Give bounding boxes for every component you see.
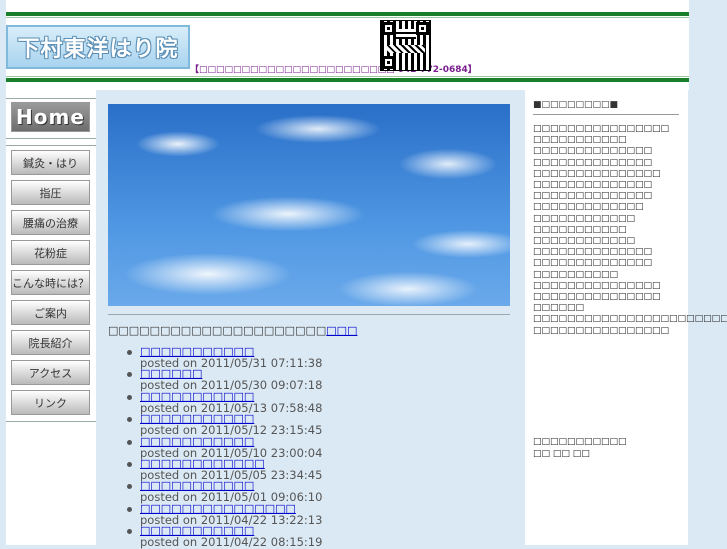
nav-item-hay-fever[interactable]: 花粉症 bbox=[11, 240, 90, 265]
list-item: □□□□□□□□□□□□□□□ bbox=[533, 292, 661, 303]
list-item: □□□□□□□□□□□□□□ bbox=[533, 247, 653, 258]
news-posted-date: posted on 2011/04/22 08:15:19 bbox=[140, 535, 323, 549]
qr-pattern bbox=[387, 45, 425, 53]
header-top-bar bbox=[6, 12, 689, 16]
list-item: □□□□□□□□□□□□□□□ bbox=[533, 280, 661, 291]
list-item: □□□□□□□□□□□ bbox=[533, 135, 627, 146]
site-header: 下村東洋はり院 【□□□□□□□□□□□□□□□□□□□□□□□ 042-772… bbox=[6, 0, 689, 90]
right-footer-line: □□ □□ □□ bbox=[533, 448, 590, 459]
list-item: □□□□□□□□□□□ posted on 2011/05/31 07:11:38 bbox=[127, 346, 322, 369]
nav-item-access[interactable]: アクセス bbox=[11, 360, 90, 385]
nav-item-director[interactable]: 院長紹介 bbox=[11, 330, 90, 355]
list-item: □□□□□□□□□□ bbox=[533, 269, 619, 280]
nav-divider bbox=[6, 138, 96, 139]
contact-phone: 【□□□□□□□□□□□□□□□□□□□□□□□ 042-772-0684】 bbox=[190, 65, 477, 75]
list-item: □□□□□□□□□□□ posted on 2011/05/13 07:58:48 bbox=[127, 391, 322, 414]
list-item: □□□□□□□□□□□□□□□□□□□□□□□□□□ bbox=[533, 314, 727, 325]
list-item: □□□□□□□□□□□ posted on 2011/05/01 09:06:10 bbox=[127, 480, 322, 503]
list-item: □□□□□□□□□□□□□□□ bbox=[533, 168, 661, 179]
list-item: □□□□□□□□□□□□□□ bbox=[533, 146, 653, 157]
list-item: □□□□□□□□□□□□ bbox=[533, 236, 636, 247]
qr-code-image bbox=[380, 20, 431, 71]
list-item: □□□□□□□□□□□□□□ bbox=[533, 258, 653, 269]
list-item: □□□□□□ bbox=[533, 303, 585, 314]
nav-home-button[interactable]: Home bbox=[11, 102, 90, 132]
list-item: □□□□□□□□□□□□□□ bbox=[533, 180, 653, 191]
nav-item-back-pain[interactable]: 腰痛の治療 bbox=[11, 210, 90, 235]
news-title-link[interactable]: □□□□□□□□□□□ bbox=[140, 436, 322, 447]
nav-divider bbox=[6, 98, 96, 99]
right-sidebar-footer: □□□□□□□□□□□ □□ □□ □□ bbox=[533, 437, 627, 460]
nav-item-guide[interactable]: ご案内 bbox=[11, 300, 90, 325]
list-item: □□□□□□□□□□□□□ bbox=[533, 202, 644, 213]
news-more-link[interactable]: □□□ bbox=[326, 324, 357, 337]
news-heading: □□□□□□□□□□□□□□□□□□□□□□□□ bbox=[108, 324, 357, 337]
left-nav: Home 鍼灸・はり 指圧 腰痛の治療 花粉症 こんな時には？ ご案内 院長紹介… bbox=[6, 90, 96, 545]
list-item: □□□□□□□□□□□ bbox=[533, 224, 627, 235]
nav-item-shiatsu[interactable]: 指圧 bbox=[11, 180, 90, 205]
main-content: □□□□□□□□□□□□□□□□□□□□□□□□ □□□□□□□□□□□ post… bbox=[107, 90, 511, 548]
nav-divider bbox=[6, 145, 96, 146]
site-logo[interactable]: 下村東洋はり院 bbox=[6, 25, 190, 69]
qr-finder-icon bbox=[382, 56, 395, 69]
nav-divider bbox=[6, 421, 96, 422]
list-item: □□□□□□□□□□□ posted on 2011/05/12 23:15:45 bbox=[127, 413, 322, 436]
list-item: □□□□□□□□□□□ posted on 2011/04/22 08:15:19 bbox=[127, 525, 323, 549]
right-sidebar-divider bbox=[533, 114, 679, 115]
header-bottom-bar bbox=[6, 78, 689, 82]
news-list: □□□□□□□□□□□ posted on 2011/05/31 07:11:38… bbox=[127, 346, 322, 548]
content-divider bbox=[108, 314, 510, 315]
hero-sky-image bbox=[108, 104, 510, 306]
header-bottom-line bbox=[6, 76, 689, 77]
list-item: □□□□□□□□□□□□□□ bbox=[533, 191, 653, 202]
list-item: □□□□□□□□□□□□ posted on 2011/05/05 23:34:4… bbox=[127, 458, 322, 481]
qr-pattern bbox=[396, 29, 416, 39]
list-item: □□□□□□□□□□□ posted on 2011/05/10 23:00:04 bbox=[127, 436, 322, 459]
list-item: □□□□□□□□□□□□□□□□ bbox=[533, 325, 670, 336]
list-item: □□□□□□□□□□□□□□ bbox=[533, 157, 653, 168]
right-sidebar-list: □□□□□□□□□□□□□□□□ □□□□□□□□□□□ □□□□□□□□□□□… bbox=[533, 124, 727, 337]
right-footer-line: □□□□□□□□□□□ bbox=[533, 437, 627, 447]
header-top-line bbox=[6, 17, 689, 18]
list-item: □□□□□□□□□□□□□□□ posted on 2011/04/22 13:2… bbox=[127, 503, 322, 526]
list-item: □□□□□□□□□□□□□□□□ bbox=[533, 124, 670, 134]
qr-finder-icon bbox=[416, 22, 429, 35]
nav-item-links[interactable]: リンク bbox=[11, 390, 90, 415]
nav-item-when-to-visit[interactable]: こんな時には？ bbox=[11, 270, 90, 295]
nav-item-acupuncture[interactable]: 鍼灸・はり bbox=[11, 150, 90, 175]
right-sidebar: ■□□□□□□□□■ □□□□□□□□□□□□□□□□ □□□□□□□□□□□ … bbox=[525, 90, 727, 545]
list-item: □□□□□□□□□□□□ bbox=[533, 213, 636, 224]
list-item: □□□□□□ posted on 2011/05/30 09:07:18 bbox=[127, 368, 322, 391]
qr-finder-icon bbox=[382, 22, 395, 35]
right-sidebar-title: ■□□□□□□□□■ bbox=[533, 100, 619, 110]
news-heading-text: □□□□□□□□□□□□□□□□□□□□□ bbox=[108, 324, 327, 337]
